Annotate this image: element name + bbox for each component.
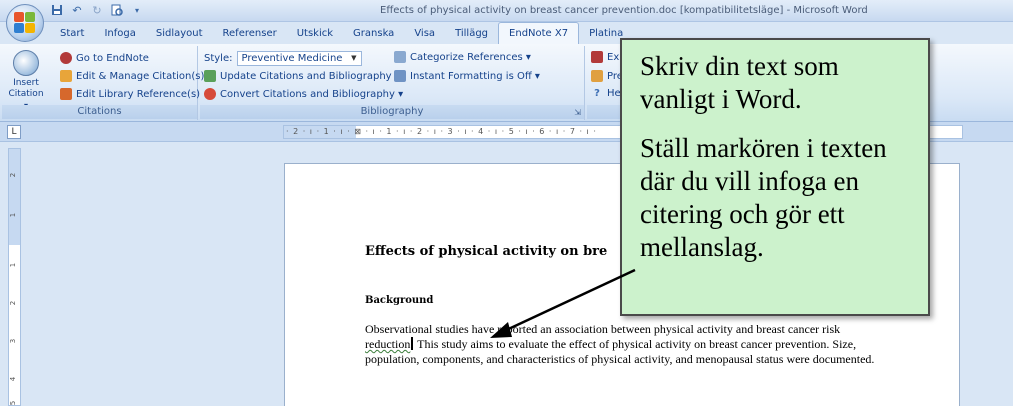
- style-value: Preventive Medicine: [241, 53, 343, 64]
- style-label: Style:: [204, 53, 233, 64]
- office-button[interactable]: [6, 4, 44, 42]
- insert-citation-label: Insert Citation: [8, 78, 44, 99]
- go-to-endnote-button[interactable]: Go to EndNote: [60, 52, 149, 64]
- update-citations-button[interactable]: Update Citations and Bibliography: [204, 70, 392, 82]
- v-ruler-tick: 1: [9, 262, 18, 268]
- tab-infoga[interactable]: Infoga: [94, 24, 145, 44]
- tab-utskick[interactable]: Utskick: [287, 24, 343, 44]
- v-ruler-tick: 3: [9, 338, 18, 344]
- v-ruler-tick: 2: [9, 300, 18, 306]
- edit-manage-label: Edit & Manage Citation(s): [76, 70, 205, 82]
- categorize-icon: [394, 51, 406, 63]
- bibliography-group: Style: Preventive Medicine ▼ Update Cita…: [200, 46, 585, 120]
- ribbon-tabs: Start Infoga Sidlayout Referenser Utskic…: [50, 22, 633, 44]
- convert-citations-button[interactable]: Convert Citations and Bibliography ▾: [204, 88, 403, 100]
- v-ruler-tick: 1: [9, 212, 18, 218]
- tab-granska[interactable]: Granska: [343, 24, 404, 44]
- office-logo-icon: [14, 12, 36, 34]
- tab-start[interactable]: Start: [50, 24, 94, 44]
- body-text-before: Observational studies have reported an a…: [365, 322, 841, 336]
- v-ruler-tick: 4: [9, 376, 18, 382]
- help-icon: ?: [594, 88, 600, 99]
- style-row: Style: Preventive Medicine ▼: [204, 51, 362, 66]
- update-label: Update Citations and Bibliography: [220, 70, 392, 82]
- citations-group: Insert Citation ▾ Go to EndNote Edit & M…: [2, 46, 204, 120]
- convert-label: Convert Citations and Bibliography ▾: [220, 88, 404, 100]
- quick-access-toolbar: ↶ ↻ ▾: [50, 3, 144, 17]
- edit-icon: [60, 70, 72, 82]
- save-icon[interactable]: [50, 3, 64, 17]
- endnote-icon: [60, 52, 72, 64]
- tab-selector[interactable]: L: [7, 125, 21, 139]
- export-icon: [591, 51, 603, 63]
- callout-line-1: Skriv din text som vanligt i Word.: [640, 51, 839, 114]
- edit-library-reference-button[interactable]: Edit Library Reference(s): [60, 88, 200, 100]
- tab-referenser[interactable]: Referenser: [213, 24, 287, 44]
- customize-toolbar-icon[interactable]: ▾: [130, 3, 144, 17]
- library-edit-icon: [60, 88, 72, 100]
- dialog-launcher-icon[interactable]: ⇲: [574, 108, 581, 117]
- instruction-callout: Skriv din text som vanligt i Word. Ställ…: [620, 38, 930, 316]
- tab-visa[interactable]: Visa: [404, 24, 445, 44]
- instant-formatting-button[interactable]: Instant Formatting is Off ▾: [394, 70, 540, 82]
- ruler-ticks: · 2 · ı · 1 · ı · ⊠ · ı · 1 · ı · 2 · ı …: [286, 127, 597, 136]
- bibliography-group-label: Bibliography: [200, 105, 584, 119]
- preferences-icon: [591, 70, 603, 82]
- chevron-down-icon: ▼: [351, 54, 357, 62]
- v-ruler-tick: 5: [9, 400, 18, 406]
- redo-icon[interactable]: ↻: [90, 3, 104, 17]
- document-subheading: Background: [365, 295, 434, 306]
- window-title: Effects of physical activity on breast c…: [380, 5, 868, 16]
- insert-citation-button[interactable]: Insert Citation ▾: [8, 50, 44, 112]
- callout-line-2: Ställ markören i texten där du vill info…: [640, 133, 887, 262]
- categorize-label: Categorize References ▾: [410, 51, 531, 63]
- update-icon: [204, 70, 216, 82]
- edit-manage-citations-button[interactable]: Edit & Manage Citation(s): [60, 70, 204, 82]
- go-to-endnote-label: Go to EndNote: [76, 52, 149, 64]
- style-select[interactable]: Preventive Medicine ▼: [236, 51, 362, 66]
- formatting-icon: [394, 70, 406, 82]
- spelling-flagged-word: reduction: [365, 337, 411, 351]
- document-body[interactable]: Observational studies have reported an a…: [365, 322, 885, 367]
- title-bar: ↶ ↻ ▾ Effects of physical activity on br…: [0, 0, 1013, 22]
- citations-group-label: Citations: [2, 105, 197, 119]
- vertical-ruler-margin-shade: [9, 149, 20, 245]
- tab-sidlayout[interactable]: Sidlayout: [146, 24, 213, 44]
- document-heading: Effects of physical activity on bre: [365, 244, 608, 259]
- tab-endnote[interactable]: EndNote X7: [498, 22, 580, 44]
- print-preview-icon[interactable]: [110, 3, 124, 17]
- categorize-references-button[interactable]: Categorize References ▾: [394, 51, 531, 63]
- instant-label: Instant Formatting is Off ▾: [410, 70, 540, 82]
- convert-icon: [204, 88, 216, 100]
- undo-icon[interactable]: ↶: [70, 3, 84, 17]
- body-text-after: This study aims to evaluate the effect o…: [365, 337, 875, 366]
- vertical-ruler[interactable]: 2 1 1 2 3 4 5: [8, 148, 21, 406]
- magnifier-icon: [13, 50, 39, 76]
- edit-library-label: Edit Library Reference(s): [76, 88, 201, 100]
- v-ruler-tick: 2: [9, 172, 18, 178]
- tab-tillagg[interactable]: Tillägg: [445, 24, 498, 44]
